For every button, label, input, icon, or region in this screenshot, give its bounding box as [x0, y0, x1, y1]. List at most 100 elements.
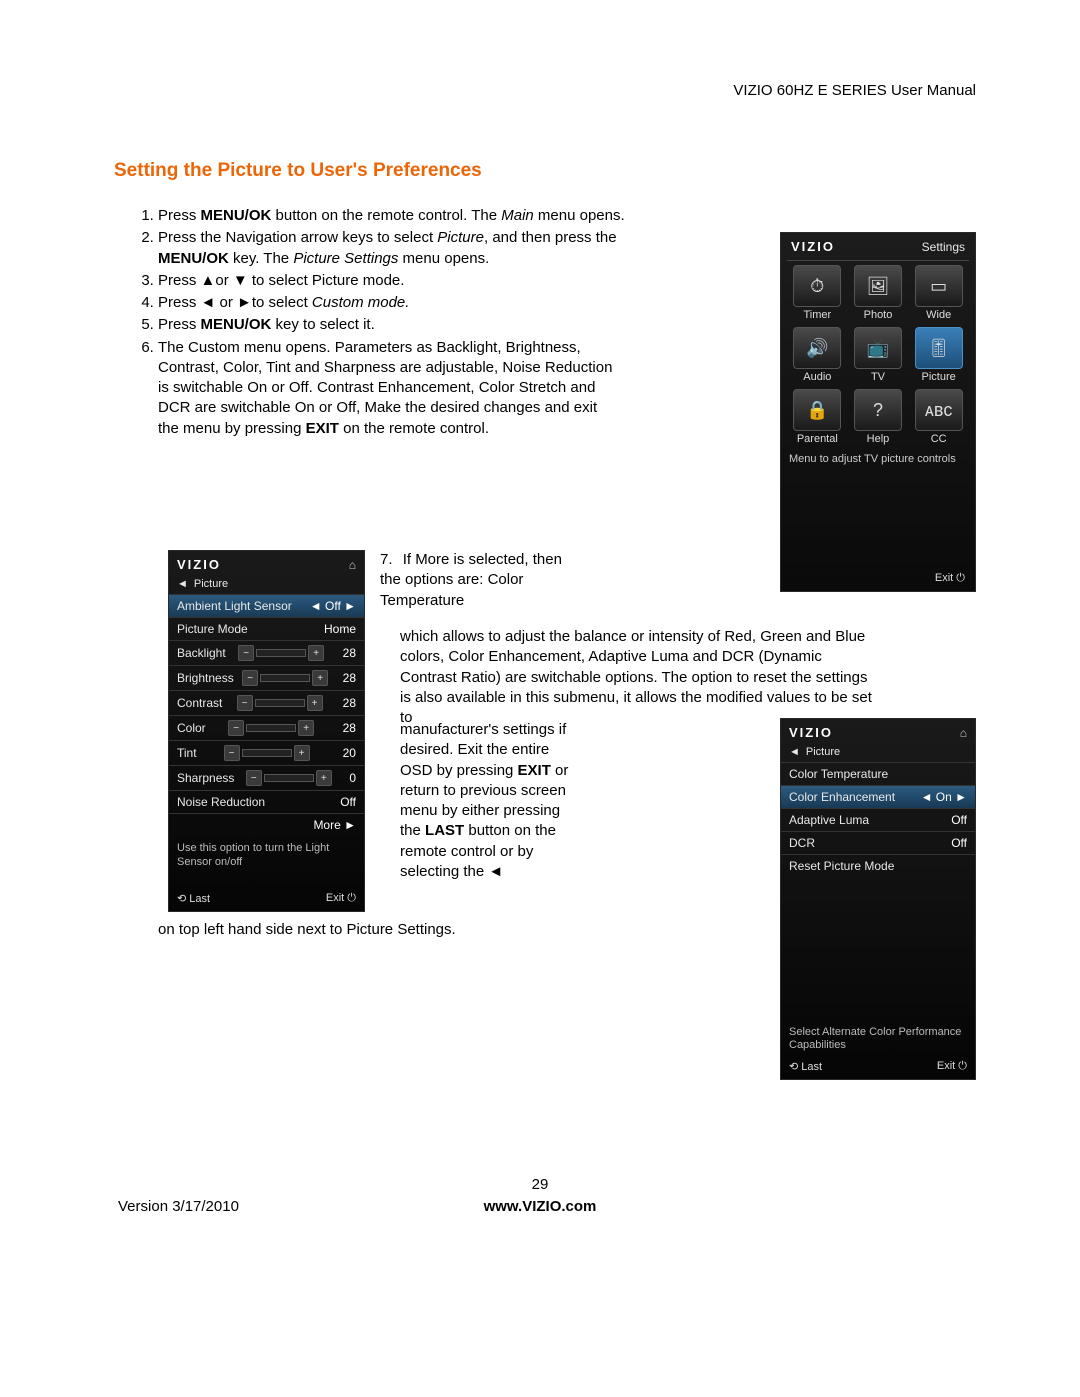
picture-row[interactable]: Tint−+20 — [169, 740, 364, 765]
settings-cell-cc[interactable]: ᴀʙᴄCC — [910, 389, 967, 445]
picture-row[interactable]: More ► — [169, 813, 364, 836]
row-value: ◄ On ► — [921, 790, 967, 804]
t: MENU/OK — [201, 207, 272, 224]
plus-icon[interactable]: + — [316, 770, 332, 786]
page-number: 29 — [0, 1176, 1080, 1193]
row-label: Ambient Light Sensor — [177, 599, 292, 613]
manual-page: VIZIO 60HZ E SERIES User Manual Setting … — [0, 0, 1080, 1397]
t: EXIT — [306, 420, 339, 437]
picture-rows: Ambient Light Sensor ◄ Off ► Picture ModeH… — [169, 594, 364, 836]
plus-icon[interactable]: + — [294, 745, 310, 761]
osd-picture-screen: VIZIO ⌂ ◄ Picture Ambient Light Sensor◄ … — [168, 550, 365, 912]
t: MENU/OK — [201, 316, 272, 333]
cell-label: Help — [850, 433, 907, 445]
row-label: DCR — [789, 836, 815, 850]
t: button on the remote control. The — [271, 207, 501, 224]
more-row[interactable]: Adaptive LumaOff — [781, 808, 975, 831]
slider[interactable]: −+ — [246, 770, 332, 786]
row-label: Color Enhancement — [789, 790, 895, 804]
row-label: Color Temperature — [789, 767, 888, 781]
osd-more-screen: VIZIO ⌂ ◄ Picture Color Temperature Color… — [780, 718, 976, 1080]
row-value: Off — [951, 836, 967, 850]
slider[interactable]: −+ — [238, 645, 324, 661]
minus-icon[interactable]: − — [228, 720, 244, 736]
picture-row[interactable]: Color−+28 — [169, 715, 364, 740]
slider-value: 28 — [343, 646, 356, 660]
last-button[interactable]: ⟲ Last — [789, 1060, 822, 1073]
slider[interactable]: −+ — [224, 745, 310, 761]
plus-icon[interactable]: + — [312, 670, 328, 686]
last-button[interactable]: ⟲ Last — [177, 892, 210, 905]
minus-icon[interactable]: − — [242, 670, 258, 686]
step-7-body: which allows to adjust the balance or in… — [400, 627, 880, 728]
cell-label: TV — [850, 371, 907, 383]
section-title: Setting the Picture to User's Preference… — [114, 160, 980, 182]
settings-cell-tv[interactable]: 📺 TV — [850, 327, 907, 383]
home-icon[interactable]: ⌂ — [960, 726, 967, 740]
picture-row[interactable]: Contrast−+28 — [169, 690, 364, 715]
slider-value: 0 — [349, 771, 356, 785]
exit-button[interactable]: Exit ⏻ — [937, 1060, 967, 1073]
crumb-label: Picture — [806, 746, 840, 758]
exit-button[interactable]: Exit ⏻ — [326, 892, 356, 905]
cc-icon: ᴀʙᴄ — [915, 389, 963, 431]
t: 7. — [380, 551, 393, 568]
step-7-closing: on top left hand side next to Picture Se… — [158, 920, 658, 940]
plus-icon[interactable]: + — [307, 695, 323, 711]
slider[interactable]: −+ — [237, 695, 323, 711]
slider-value: 28 — [343, 696, 356, 710]
osd-hint: Menu to adjust TV picture controls — [787, 447, 969, 467]
home-icon[interactable]: ⌂ — [349, 558, 356, 572]
settings-cell-photo[interactable]: 🖼Photo — [850, 265, 907, 321]
settings-cell-parental[interactable]: 🔒Parental — [789, 389, 846, 445]
doc-header: VIZIO 60HZ E SERIES User Manual — [733, 82, 976, 99]
picture-row[interactable]: Brightness−+28 — [169, 665, 364, 690]
tv-icon: 📺 — [854, 327, 902, 369]
more-row[interactable]: Color Temperature — [781, 762, 975, 785]
t: Picture — [437, 229, 484, 246]
settings-cell-help[interactable]: ?Help — [850, 389, 907, 445]
more-row[interactable]: Reset Picture Mode — [781, 854, 975, 877]
t: Main — [501, 207, 534, 224]
plus-icon[interactable]: + — [308, 645, 324, 661]
settings-cell-timer[interactable]: ⏱ Timer — [789, 265, 846, 321]
minus-icon[interactable]: − — [246, 770, 262, 786]
timer-icon: ⏱ — [793, 265, 841, 307]
t: Custom mode. — [312, 294, 410, 311]
step-7-tail: manufacturer's settings if desired. Exit… — [400, 720, 575, 882]
t: EXIT — [518, 762, 551, 779]
t: on the remote control. — [339, 420, 489, 437]
vizio-logo: VIZIO — [177, 557, 221, 572]
more-row[interactable]: Color Enhancement ◄ On ► — [781, 785, 975, 808]
footer-url: www.VIZIO.com — [0, 1198, 1080, 1215]
picture-row[interactable]: Noise ReductionOff — [169, 790, 364, 813]
t: If More is selected, then the options ar… — [380, 551, 562, 609]
minus-icon[interactable]: − — [238, 645, 254, 661]
settings-cell-audio[interactable]: 🔊Audio — [789, 327, 846, 383]
minus-icon[interactable]: − — [224, 745, 240, 761]
minus-icon[interactable]: − — [237, 695, 253, 711]
row-label: Contrast — [177, 696, 222, 710]
settings-cell-wide[interactable]: ▭Wide — [910, 265, 967, 321]
back-arrow-icon[interactable]: ◄ — [177, 578, 188, 590]
osd-hint: Use this option to turn the Light Sensor… — [169, 836, 364, 870]
cell-label: Timer — [789, 309, 846, 321]
exit-label[interactable]: Exit ⏻ — [935, 572, 965, 585]
picture-row[interactable]: Sharpness−+0 — [169, 765, 364, 790]
t: key to select it. — [271, 316, 374, 333]
slider[interactable]: −+ — [242, 670, 328, 686]
row-label: Reset Picture Mode — [789, 859, 894, 873]
slider[interactable]: −+ — [228, 720, 314, 736]
more-row[interactable]: DCR Off — [781, 831, 975, 854]
t: LAST — [425, 822, 464, 839]
back-arrow-icon[interactable]: ◄ — [789, 746, 800, 758]
picture-row[interactable]: Ambient Light Sensor ◄ Off ► — [169, 594, 364, 617]
audio-icon: 🔊 — [793, 327, 841, 369]
settings-cell-picture[interactable]: 🎚Picture — [910, 327, 967, 383]
row-value: ◄ Off ► — [310, 599, 356, 613]
picture-row[interactable]: Picture ModeHome — [169, 617, 364, 640]
row-label: Backlight — [177, 646, 226, 660]
plus-icon[interactable]: + — [298, 720, 314, 736]
vizio-logo: VIZIO — [789, 725, 833, 740]
picture-row[interactable]: Backlight−+28 — [169, 640, 364, 665]
